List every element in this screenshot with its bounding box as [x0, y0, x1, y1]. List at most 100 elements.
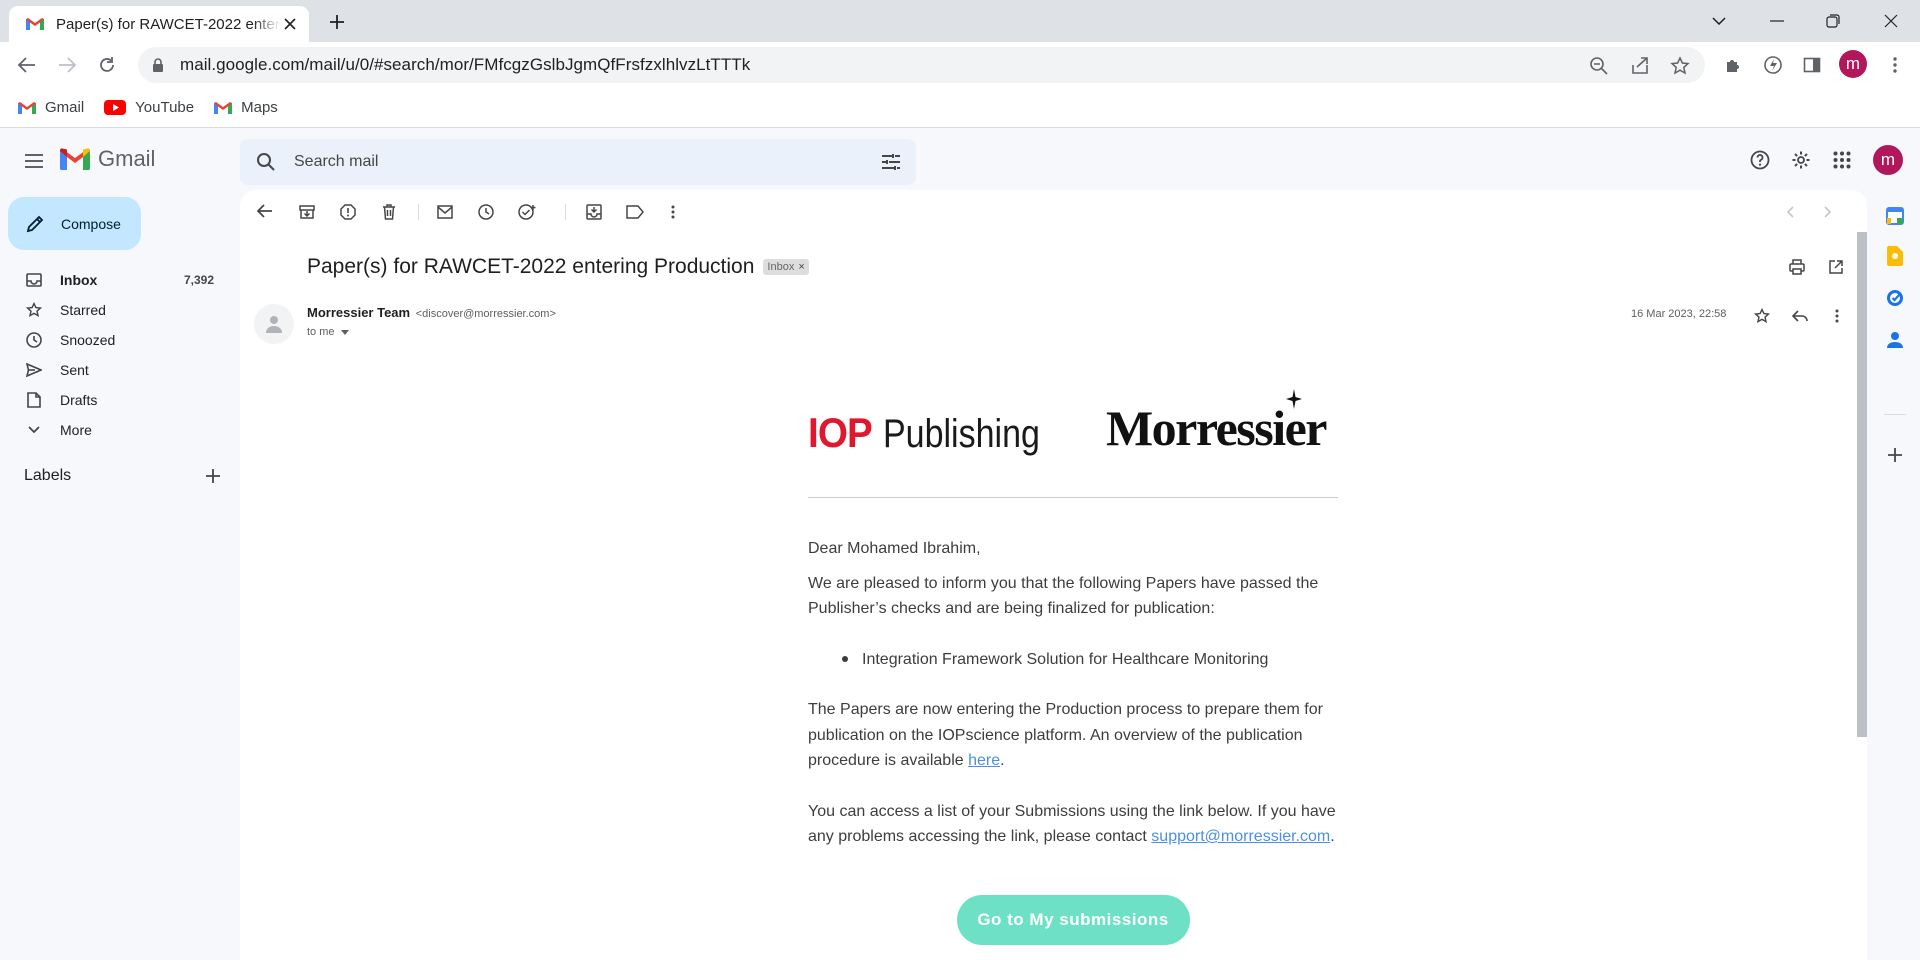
sidebar-item-drafts[interactable]: Drafts: [0, 385, 230, 415]
here-link[interactable]: here: [968, 752, 1000, 769]
sidebar-item-label: Drafts: [60, 392, 98, 408]
mark-unread-icon[interactable]: [435, 202, 455, 222]
sidebar-item-sent[interactable]: Sent: [0, 355, 230, 385]
open-new-window-icon[interactable]: [1826, 257, 1846, 277]
bookmark-label: YouTube: [135, 99, 195, 116]
support-email-link[interactable]: support@morressier.com: [1151, 828, 1330, 845]
sidebar-item-more[interactable]: More: [0, 415, 230, 445]
bookmark-maps[interactable]: Maps: [214, 99, 278, 116]
list-item: Integration Framework Solution for Healt…: [842, 647, 1338, 673]
production-text: The Papers are now entering the Producti…: [808, 701, 1323, 769]
browser-tab[interactable]: Paper(s) for RAWCET-2022 entering Produc…: [9, 6, 309, 42]
send-icon: [26, 362, 42, 378]
side-panel-icon[interactable]: [1800, 53, 1824, 77]
message-scrollbar[interactable]: [1857, 232, 1867, 737]
message-view: Paper(s) for RAWCET-2022 entering Produc…: [240, 190, 1867, 960]
search-options-icon[interactable]: [882, 154, 900, 170]
compose-button[interactable]: Compose: [8, 197, 141, 250]
search-input[interactable]: [294, 153, 854, 171]
get-addons-icon[interactable]: [1884, 444, 1906, 466]
print-icon[interactable]: [1787, 257, 1807, 277]
browser-toolbar: mail.google.com/mail/u/0/#search/mor/FMf…: [0, 42, 1920, 88]
main-menu-icon[interactable]: [18, 145, 50, 177]
browser-tab-strip: Paper(s) for RAWCET-2022 entering Produc…: [0, 0, 1920, 42]
extensions-icon[interactable]: [1721, 53, 1745, 77]
older-message-icon[interactable]: [1818, 202, 1838, 222]
toolbar-divider: [565, 204, 566, 220]
inbox-label-badge[interactable]: Inbox ×: [763, 259, 809, 275]
bookmark-gmail[interactable]: Gmail: [18, 99, 84, 116]
settings-gear-icon[interactable]: [1786, 145, 1816, 175]
tasks-icon[interactable]: [1884, 287, 1906, 309]
toolbar-divider: [418, 204, 419, 220]
minimize-window-icon[interactable]: [1762, 6, 1792, 36]
search-bar[interactable]: [240, 139, 916, 185]
maps-icon: [214, 101, 233, 115]
support-icon[interactable]: [1745, 145, 1775, 175]
restore-window-icon[interactable]: [1818, 6, 1848, 36]
address-bar[interactable]: mail.google.com/mail/u/0/#search/mor/FMf…: [138, 47, 1705, 83]
sidebar-item-label: Starred: [60, 302, 106, 318]
bookmark-label: Maps: [241, 99, 278, 116]
account-avatar[interactable]: m: [1873, 145, 1903, 175]
keep-notes-icon[interactable]: [1884, 245, 1906, 267]
newer-message-icon[interactable]: [1780, 202, 1800, 222]
move-to-icon[interactable]: [584, 202, 604, 222]
google-apps-icon[interactable]: [1827, 145, 1857, 175]
lock-icon[interactable]: [150, 57, 166, 73]
more-actions-icon[interactable]: [663, 202, 683, 222]
sidebar-item-snoozed[interactable]: Snoozed: [0, 325, 230, 355]
chevron-down-icon: [26, 422, 42, 438]
zoom-icon[interactable]: [1589, 56, 1609, 76]
sender-name[interactable]: Morressier Team: [307, 305, 410, 320]
morressier-logo: Morressier: [1106, 389, 1328, 457]
reply-icon[interactable]: [1790, 306, 1810, 326]
forward-icon[interactable]: [51, 49, 83, 81]
share-icon[interactable]: [1630, 56, 1650, 76]
delete-icon[interactable]: [379, 202, 399, 222]
browser-profile-avatar[interactable]: m: [1839, 50, 1867, 78]
back-to-list-icon[interactable]: [255, 201, 275, 221]
paper-title: Integration Framework Solution for Healt…: [862, 650, 1269, 668]
gmail-logo[interactable]: Gmail: [60, 146, 155, 172]
subject-row: Paper(s) for RAWCET-2022 entering Produc…: [307, 255, 809, 279]
star-message-icon[interactable]: [1752, 306, 1772, 326]
tab-search-icon[interactable]: [1704, 6, 1734, 36]
sender-line: Morressier Team <discover@morressier.com…: [307, 305, 556, 320]
chrome-menu-icon[interactable]: [1883, 53, 1907, 77]
sidebar-item-inbox[interactable]: Inbox 7,392: [0, 265, 230, 295]
sender-avatar[interactable]: [254, 304, 294, 344]
bullet-dot: [842, 656, 848, 663]
new-tab-button[interactable]: [325, 10, 349, 34]
message-more-icon[interactable]: [1827, 306, 1847, 326]
create-label-icon[interactable]: [206, 469, 220, 483]
remove-label-icon[interactable]: ×: [798, 261, 804, 273]
performance-icon[interactable]: [1761, 53, 1785, 77]
snooze-icon[interactable]: [476, 202, 496, 222]
close-tab-icon[interactable]: [280, 14, 299, 34]
search-icon[interactable]: [256, 152, 276, 172]
bookmark-youtube[interactable]: YouTube: [104, 99, 194, 116]
dropdown-arrow-icon[interactable]: [340, 329, 349, 335]
contacts-icon[interactable]: [1884, 329, 1906, 351]
go-to-submissions-button[interactable]: Go to My submissions: [956, 894, 1190, 945]
period: .: [1330, 828, 1335, 845]
recipient-details[interactable]: to me: [307, 326, 349, 338]
add-to-tasks-icon[interactable]: [517, 202, 537, 222]
email-body: IOP Publishing Morressier Dear Mohamed I…: [808, 385, 1338, 945]
label-icon[interactable]: [625, 202, 645, 222]
sidebar-item-starred[interactable]: Starred: [0, 295, 230, 325]
archive-icon[interactable]: [297, 202, 317, 222]
close-window-icon[interactable]: [1876, 6, 1906, 36]
report-spam-icon[interactable]: [338, 202, 358, 222]
mail-nav: Inbox 7,392 Starred Snoozed Sent Drafts …: [0, 265, 230, 445]
inbox-icon: [26, 272, 42, 288]
calendar-icon[interactable]: [1884, 205, 1906, 227]
bookmark-star-icon[interactable]: [1670, 56, 1690, 76]
back-icon[interactable]: [11, 49, 43, 81]
divider: [808, 497, 1338, 498]
gmail-favicon-icon: [26, 17, 44, 31]
reload-icon[interactable]: [91, 49, 123, 81]
bookmarks-bar: Gmail YouTube Maps: [0, 88, 1920, 128]
sidebar-item-label: Snoozed: [60, 332, 116, 348]
